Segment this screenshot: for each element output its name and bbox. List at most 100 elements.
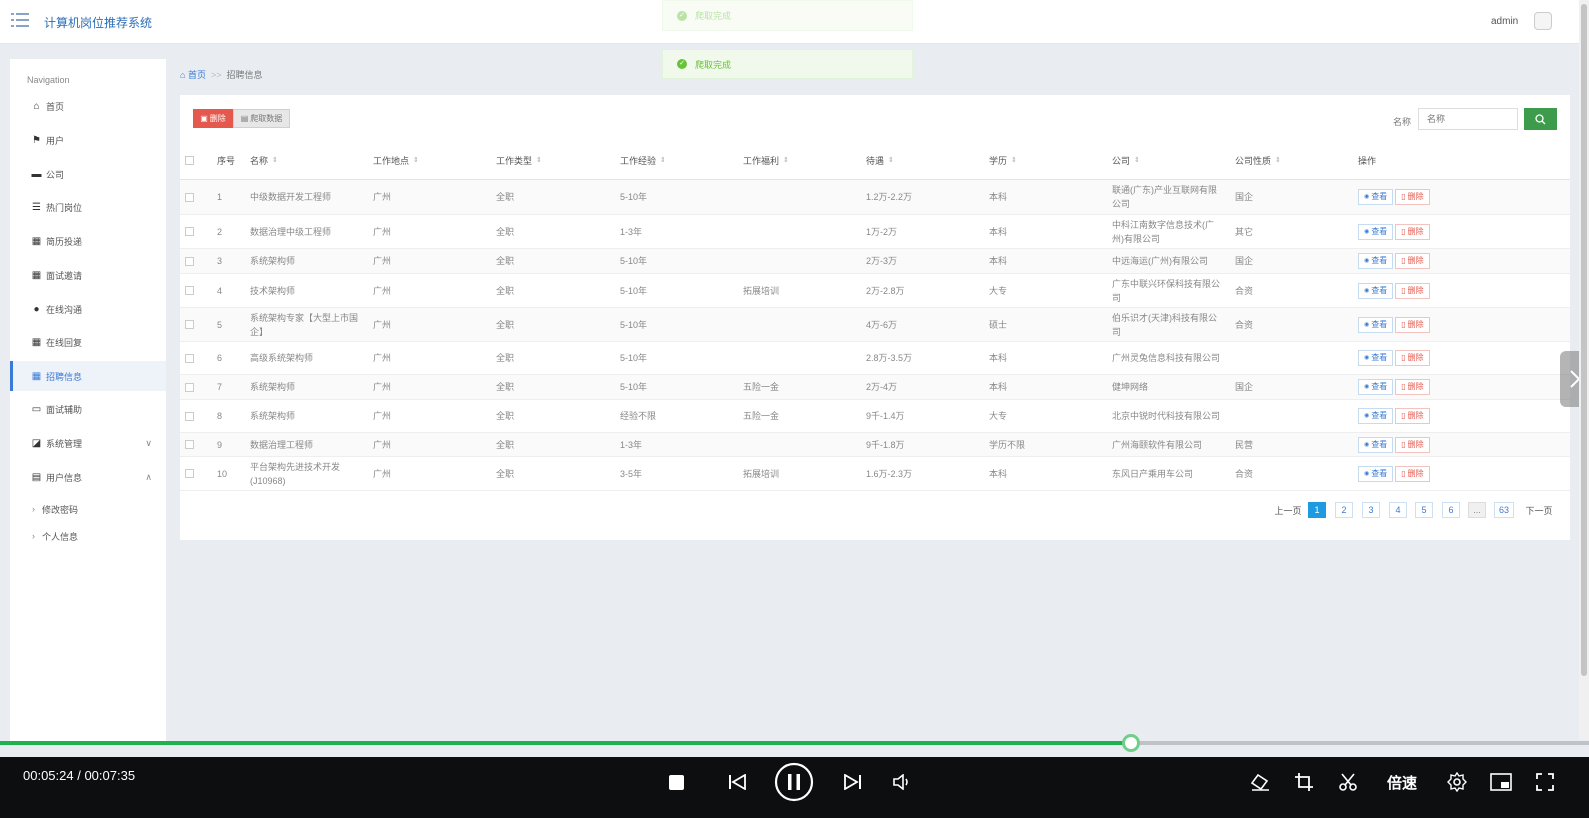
sidebar-item[interactable]: ⚑ 用户 bbox=[10, 125, 166, 155]
crawl-data-button[interactable]: ▤ 爬取数据 bbox=[233, 109, 290, 128]
view-button[interactable]: ◉ 查看 bbox=[1358, 436, 1394, 453]
column-header[interactable]: 待遇 ⇕ bbox=[866, 142, 984, 179]
sidebar-item[interactable]: ● 在线沟通 bbox=[10, 294, 166, 324]
eye-icon: ◉ bbox=[1364, 384, 1370, 390]
view-button[interactable]: ◉ 查看 bbox=[1358, 379, 1394, 395]
delete-button[interactable]: ▯ 删除 bbox=[1395, 189, 1430, 205]
row-checkbox[interactable] bbox=[185, 353, 194, 363]
skip-forward-icon bbox=[844, 774, 861, 790]
page-button[interactable]: 3 bbox=[1362, 502, 1380, 518]
sidebar-item[interactable]: ▦ 面试邀请 bbox=[10, 260, 166, 290]
table-cell: 中级数据开发工程师 bbox=[250, 192, 332, 202]
eye-icon: ◉ bbox=[1364, 321, 1370, 328]
row-checkbox[interactable] bbox=[185, 192, 194, 202]
pause-button[interactable] bbox=[774, 762, 814, 802]
cut-button[interactable] bbox=[1336, 769, 1360, 795]
next-page-button[interactable]: 下一页 bbox=[1524, 502, 1554, 518]
sidebar-item[interactable]: ◪ 系统管理 ∨ bbox=[10, 428, 166, 458]
table-cell: 五险一金 bbox=[743, 411, 780, 421]
delete-button[interactable]: ▯ 删除 bbox=[1395, 316, 1430, 333]
column-header[interactable]: 工作福利 ⇕ bbox=[743, 142, 861, 179]
sidebar-item[interactable]: ▦ 简历投递 bbox=[10, 226, 166, 256]
page-button[interactable]: 63 bbox=[1494, 502, 1514, 518]
scrollbar-thumb[interactable] bbox=[1581, 4, 1587, 676]
row-checkbox[interactable] bbox=[185, 440, 194, 449]
search-button[interactable] bbox=[1524, 108, 1557, 130]
sidebar-subitem-label: 修改密码 bbox=[42, 504, 79, 515]
delete-button[interactable]: ▯ 删除 bbox=[1395, 350, 1430, 366]
eraser-button[interactable] bbox=[1248, 769, 1272, 795]
column-header[interactable]: 工作经验 ⇕ bbox=[620, 142, 738, 179]
view-button[interactable]: ◉ 查看 bbox=[1358, 189, 1394, 205]
delete-button[interactable]: ▯ 删除 bbox=[1395, 436, 1430, 453]
row-checkbox[interactable] bbox=[185, 382, 194, 392]
delete-button[interactable]: ▯ 删除 bbox=[1395, 465, 1430, 482]
row-checkbox[interactable] bbox=[185, 320, 194, 329]
prev-page-button[interactable]: 上一页 bbox=[1273, 502, 1303, 518]
view-button[interactable]: ◉ 查看 bbox=[1358, 253, 1394, 269]
sidebar-item[interactable]: ▦ 招聘信息 bbox=[10, 361, 166, 391]
sidebar-subitem[interactable]: › 个人信息 bbox=[10, 524, 166, 548]
select-all-checkbox[interactable] bbox=[185, 156, 194, 165]
delete-button[interactable]: ▯ 删除 bbox=[1395, 253, 1430, 269]
sidebar-item[interactable]: ☰ 热门岗位 bbox=[10, 192, 166, 222]
page-button[interactable]: 5 bbox=[1415, 502, 1433, 518]
page-button[interactable]: 4 bbox=[1389, 502, 1407, 518]
column-header[interactable]: 名称 ⇕ bbox=[250, 142, 368, 179]
playback-speed-button[interactable]: 倍速 bbox=[1384, 769, 1420, 795]
settings-button[interactable] bbox=[1445, 769, 1469, 795]
row-checkbox[interactable] bbox=[185, 411, 194, 421]
next-button[interactable] bbox=[842, 769, 864, 795]
table-cell: 经验不限 bbox=[620, 411, 657, 421]
avatar[interactable] bbox=[1534, 12, 1552, 30]
view-button[interactable]: ◉ 查看 bbox=[1358, 282, 1394, 299]
row-checkbox[interactable] bbox=[185, 286, 194, 295]
page-scrollbar[interactable] bbox=[1579, 0, 1589, 740]
column-header[interactable]: 公司性质 ⇕ bbox=[1235, 142, 1353, 179]
user-name[interactable]: admin bbox=[1491, 16, 1518, 27]
sidebar-item[interactable]: ▤ 用户信息 ∧ bbox=[10, 462, 166, 492]
delete-button[interactable]: ▯ 删除 bbox=[1395, 408, 1430, 424]
view-button[interactable]: ◉ 查看 bbox=[1358, 408, 1394, 424]
picture-in-picture-button[interactable] bbox=[1489, 769, 1513, 795]
view-button[interactable]: ◉ 查看 bbox=[1358, 223, 1394, 240]
sidebar-item[interactable]: ▦ 在线回复 bbox=[10, 327, 166, 357]
video-progress-bar[interactable] bbox=[0, 734, 1589, 752]
view-button[interactable]: ◉ 查看 bbox=[1358, 316, 1394, 333]
page-button[interactable]: 6 bbox=[1442, 502, 1460, 518]
search-input[interactable] bbox=[1418, 108, 1518, 130]
breadcrumb-home[interactable]: ⌂ 首页 bbox=[180, 68, 206, 81]
table-cell: 4 bbox=[217, 285, 223, 296]
fullscreen-button[interactable] bbox=[1533, 769, 1557, 795]
delete-button[interactable]: ▯ 删除 bbox=[1395, 223, 1430, 240]
sidebar-subitem[interactable]: › 修改密码 bbox=[10, 497, 166, 521]
menu-icon[interactable] bbox=[11, 12, 29, 28]
delete-button[interactable]: ▯ 删除 bbox=[1395, 282, 1430, 299]
column-header[interactable]: 工作地点 ⇕ bbox=[373, 142, 491, 179]
sidebar-item[interactable]: ⌂ 首页 bbox=[10, 91, 166, 121]
page-button[interactable]: 1 bbox=[1308, 502, 1326, 518]
row-checkbox[interactable] bbox=[185, 227, 194, 236]
sidebar-item[interactable]: ▭ 面试辅助 bbox=[10, 394, 166, 424]
sidebar-item[interactable]: ▬ 公司 bbox=[10, 159, 166, 189]
table-cell: 东风日产乘用车公司 bbox=[1112, 468, 1194, 479]
view-button[interactable]: ◉ 查看 bbox=[1358, 350, 1394, 366]
stop-button[interactable] bbox=[666, 769, 686, 795]
batch-delete-button[interactable]: ▣ 删除 bbox=[193, 109, 233, 128]
progress-knob[interactable] bbox=[1122, 734, 1140, 752]
delete-button[interactable]: ▯ 删除 bbox=[1395, 379, 1430, 395]
table-cell: 5-10年 bbox=[620, 319, 648, 330]
table-cell: 合资 bbox=[1235, 285, 1254, 296]
row-checkbox[interactable] bbox=[185, 256, 194, 266]
crop-button[interactable] bbox=[1292, 769, 1316, 795]
delete-button-label: 删除 bbox=[1407, 382, 1424, 391]
view-button[interactable]: ◉ 查看 bbox=[1358, 465, 1394, 482]
sort-icon: ⇕ bbox=[1134, 156, 1140, 164]
volume-button[interactable] bbox=[891, 769, 913, 795]
column-header[interactable]: 公司 ⇕ bbox=[1112, 142, 1230, 179]
column-header[interactable]: 学历 ⇕ bbox=[989, 142, 1107, 179]
column-header[interactable]: 工作类型 ⇕ bbox=[496, 142, 614, 179]
previous-button[interactable] bbox=[726, 769, 748, 795]
page-button[interactable]: 2 bbox=[1335, 502, 1353, 518]
row-checkbox[interactable] bbox=[185, 469, 194, 478]
